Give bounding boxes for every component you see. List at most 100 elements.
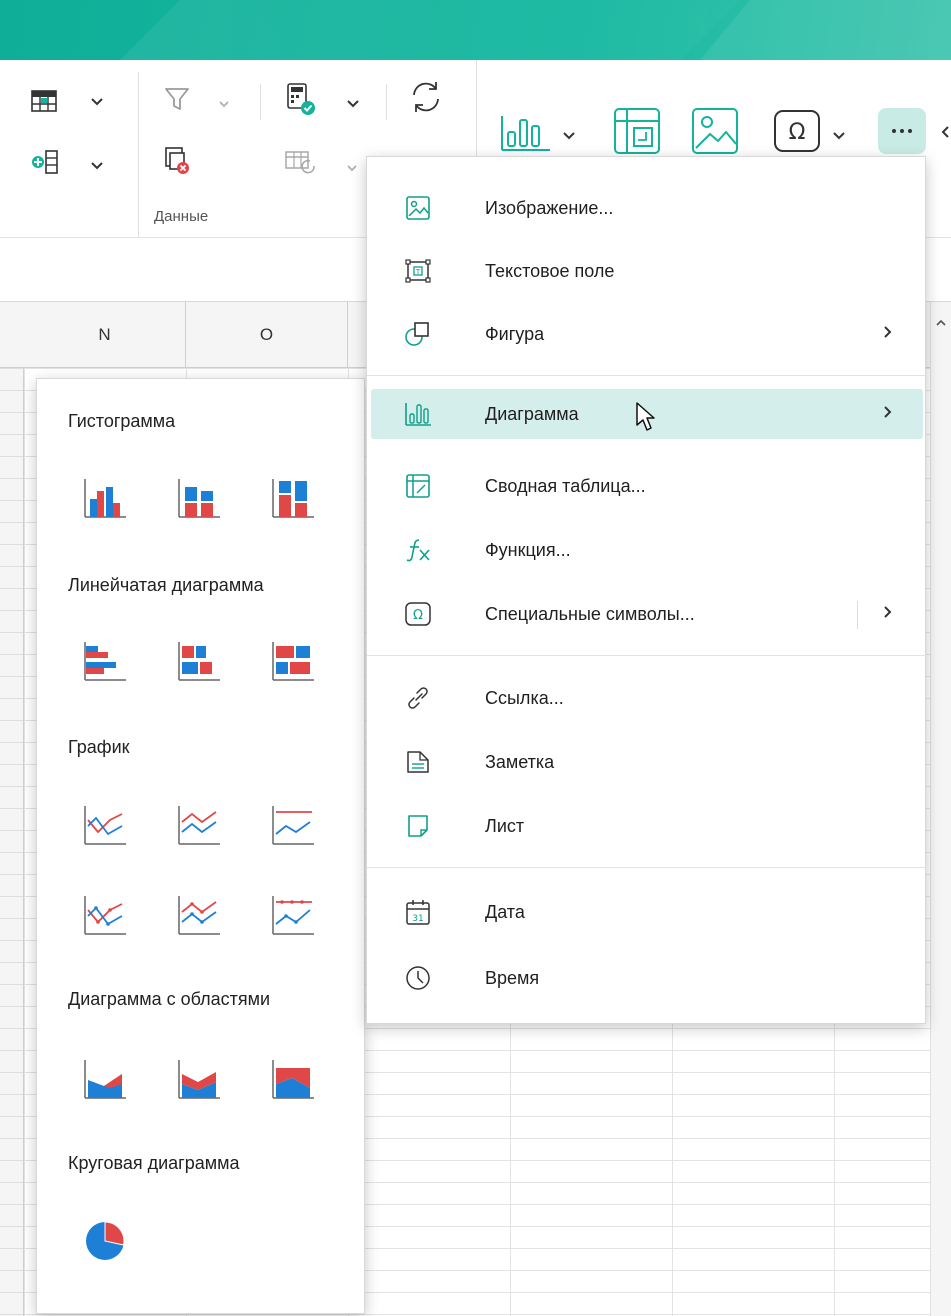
pivot-table-icon[interactable]	[612, 106, 662, 156]
refresh-icon[interactable]	[408, 78, 444, 116]
column-header-o[interactable]: O	[186, 302, 348, 368]
area-chart-icon[interactable]	[81, 1055, 129, 1103]
menu-item-time[interactable]: Время	[371, 953, 923, 1003]
omega-icon: Ω	[403, 599, 433, 629]
stacked-area-chart-icon[interactable]	[175, 1055, 223, 1103]
group-label: Данные	[154, 208, 209, 225]
menu-item-special-symbols[interactable]: Ω Специальные символы...	[371, 589, 923, 639]
full-stacked-line-chart-icon[interactable]	[269, 801, 317, 849]
calendar-icon: 31	[403, 897, 433, 927]
svg-text:T: T	[415, 268, 421, 276]
full-stacked-column-chart-icon[interactable]	[269, 474, 317, 522]
chevron-down-icon[interactable]	[90, 158, 104, 176]
menu-item-label: Дата	[485, 901, 525, 922]
calendar-day-number: 31	[412, 914, 423, 924]
chevron-right-icon	[883, 325, 893, 344]
menu-item-function[interactable]: Функция...	[371, 525, 923, 575]
menu-separator	[367, 655, 927, 656]
title-bar-decoration-right	[700, 0, 951, 60]
menu-item-label: Специальные символы...	[485, 603, 695, 624]
stacked-bar-chart-icon[interactable]	[175, 637, 223, 685]
menu-item-shape[interactable]: Фигура	[371, 309, 923, 359]
insert-column-icon[interactable]	[30, 148, 60, 176]
line-markers-chart-icon[interactable]	[81, 891, 129, 939]
chevron-down-icon[interactable]	[562, 128, 576, 146]
row-header	[0, 302, 24, 1316]
insert-dropdown-menu: Изображение... T Текстовое поле Фигура Д…	[366, 156, 927, 1024]
split-separator	[857, 601, 858, 629]
menu-item-date[interactable]: 31 Дата	[371, 887, 923, 937]
pivot-table-icon	[403, 471, 433, 501]
menu-item-text-field[interactable]: T Текстовое поле	[371, 246, 923, 296]
section-title-bar-chart: Линейчатая диаграмма	[68, 575, 264, 595]
ribbon-separator	[138, 72, 139, 240]
menu-item-label: Фигура	[485, 323, 545, 344]
chevron-down-icon	[218, 96, 230, 114]
chevron-right-icon[interactable]	[883, 605, 893, 624]
mouse-cursor-icon	[635, 401, 657, 438]
image-icon	[403, 193, 433, 223]
ribbon-separator	[260, 84, 261, 120]
svg-text:Ω: Ω	[789, 120, 806, 145]
menu-item-link[interactable]: Ссылка...	[371, 673, 923, 723]
full-stacked-line-markers-chart-icon[interactable]	[269, 891, 317, 939]
text-field-icon: T	[403, 256, 433, 286]
section-title-histogram: Гистограмма	[68, 411, 176, 431]
menu-item-label: Сводная таблица...	[485, 475, 646, 496]
line-chart-icon[interactable]	[81, 801, 129, 849]
menu-item-note[interactable]: Заметка	[371, 737, 923, 787]
chevron-right-icon	[883, 405, 893, 424]
vertical-scrollbar[interactable]	[930, 302, 951, 1316]
chart-icon[interactable]	[500, 112, 552, 154]
recalc-table-icon	[284, 148, 318, 178]
section-title-area-chart: Диаграмма с областями	[68, 989, 271, 1009]
menu-item-pivot-table[interactable]: Сводная таблица...	[371, 461, 923, 511]
menu-separator	[367, 375, 927, 376]
menu-item-label: Функция...	[485, 539, 571, 560]
chart-type-submenu: Гистограмма Линейчатая диаграмма График …	[36, 378, 365, 1314]
calculator-icon[interactable]	[284, 82, 316, 116]
pie-chart-icon[interactable]	[81, 1217, 129, 1265]
table-icon[interactable]	[30, 88, 58, 114]
chevron-down-icon[interactable]	[90, 94, 104, 112]
full-stacked-area-chart-icon[interactable]	[269, 1055, 317, 1103]
svg-text:Ω: Ω	[413, 608, 423, 623]
full-stacked-bar-chart-icon[interactable]	[269, 637, 317, 685]
menu-item-label: Диаграмма	[485, 403, 579, 424]
filter-icon[interactable]	[162, 84, 192, 114]
link-icon	[403, 683, 433, 713]
menu-item-label: Текстовое поле	[485, 260, 615, 281]
clustered-bar-chart-icon[interactable]	[81, 637, 129, 685]
stacked-column-chart-icon[interactable]	[175, 474, 223, 522]
stacked-line-markers-chart-icon[interactable]	[175, 891, 223, 939]
menu-item-label: Лист	[485, 815, 525, 836]
clustered-column-chart-icon[interactable]	[81, 474, 129, 522]
note-icon	[403, 747, 433, 777]
clock-icon	[403, 963, 433, 993]
section-title-pie-chart: Круговая диаграмма	[68, 1153, 240, 1173]
sheet-icon	[403, 811, 433, 841]
ribbon-separator	[386, 84, 387, 120]
section-title-line-chart: График	[68, 737, 130, 757]
menu-item-label: Время	[485, 967, 540, 988]
menu-item-chart[interactable]: Диаграмма	[371, 389, 923, 439]
menu-item-label: Изображение...	[485, 197, 614, 218]
chevron-down-icon[interactable]	[346, 96, 360, 114]
menu-item-sheet[interactable]: Лист	[371, 801, 923, 851]
clear-filter-icon[interactable]	[162, 144, 192, 176]
chevron-down-icon	[346, 160, 358, 178]
menu-separator	[367, 867, 927, 868]
image-icon[interactable]	[690, 106, 740, 156]
stacked-line-chart-icon[interactable]	[175, 801, 223, 849]
title-bar-decoration	[120, 0, 740, 60]
menu-item-label: Ссылка...	[485, 687, 564, 708]
title-bar	[0, 0, 951, 60]
chevron-down-icon[interactable]	[832, 128, 846, 146]
menu-item-image[interactable]: Изображение...	[371, 183, 923, 233]
menu-item-label: Заметка	[485, 751, 555, 772]
chevron-left-icon[interactable]	[938, 124, 951, 140]
column-header-n[interactable]: N	[24, 302, 186, 368]
chevron-up-icon[interactable]	[935, 318, 947, 327]
more-icon[interactable]	[878, 108, 926, 154]
omega-icon[interactable]: Ω	[772, 108, 822, 154]
